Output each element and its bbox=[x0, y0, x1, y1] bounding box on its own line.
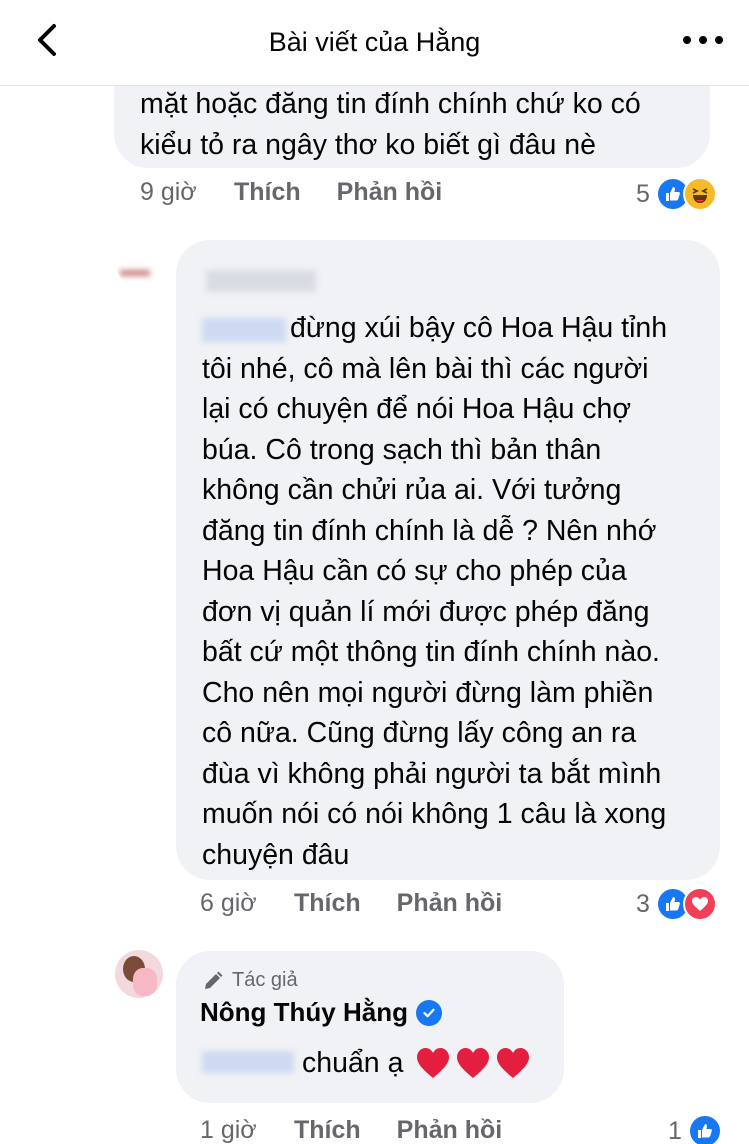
comment-time: 1 giờ bbox=[200, 1116, 257, 1144]
comment-bubble: đừng xúi bậy cô Hoa Hậu tỉnh tôi nhé, cô… bbox=[176, 240, 720, 880]
reply-button[interactable]: Phản hồi bbox=[397, 1116, 503, 1144]
comment-line: đừng xúi bậy cô Hoa Hậu tỉnh bbox=[290, 312, 668, 344]
comment-line: búa. Cô trong sạch thì bản thân bbox=[202, 433, 602, 466]
heart-icon bbox=[497, 1048, 530, 1079]
reaction-summary[interactable]: 5 bbox=[636, 177, 717, 211]
comment-line: Hoa Hậu cần có sự cho phép của bbox=[202, 555, 627, 587]
comment-line: đơn vị quản lí mới được phép đăng bbox=[202, 595, 650, 628]
like-button[interactable]: Thích bbox=[234, 178, 301, 207]
comment-line: không cần chửi rủa ai. Với tưởng bbox=[202, 474, 622, 506]
more-button[interactable] bbox=[683, 26, 723, 54]
heart-icon bbox=[457, 1048, 490, 1079]
comment-line: cô nữa. Cũng đừng lấy công an ra bbox=[202, 717, 637, 749]
heart-icon bbox=[417, 1048, 450, 1079]
more-icon bbox=[683, 36, 691, 44]
avatar[interactable] bbox=[116, 240, 164, 288]
comment-line: chuyện đâu bbox=[202, 838, 350, 871]
comment-line: đăng tin đính chính là dễ ? Nên nhớ bbox=[202, 514, 657, 547]
comment-line: lại có chuyện để nói Hoa Hậu chợ bbox=[202, 393, 632, 425]
reaction-summary[interactable]: 3 bbox=[636, 887, 717, 921]
comment-text: chuẩn ạ bbox=[302, 1047, 404, 1079]
reply-button[interactable]: Phản hồi bbox=[397, 889, 503, 918]
like-button[interactable]: Thích bbox=[294, 889, 361, 918]
like-button[interactable]: Thích bbox=[294, 1116, 361, 1144]
comment-line: bất cứ một thông tin đính chính nào. bbox=[202, 636, 660, 668]
redacted-name bbox=[206, 270, 316, 292]
comment-bubble: Tác giả Nông Thúy Hằng chuẩn ạ bbox=[176, 951, 564, 1103]
comment-time: 6 giờ bbox=[200, 889, 257, 917]
reply-button[interactable]: Phản hồi bbox=[337, 178, 443, 207]
pencil-icon bbox=[205, 971, 223, 989]
haha-icon bbox=[682, 177, 717, 211]
redacted-mention bbox=[202, 1051, 294, 1073]
comment-line: Cho nên mọi người đừng làm phiền bbox=[202, 676, 654, 709]
author-avatar[interactable] bbox=[115, 950, 163, 998]
page-title: Bài viết của Hằng bbox=[268, 27, 481, 57]
comment-actions: 6 giờ Thích Phản hồi bbox=[200, 889, 502, 918]
comment-line: tôi nhé, cô mà lên bài thì các người bbox=[202, 352, 649, 385]
header: Bài viết của Hằng bbox=[0, 0, 749, 86]
comment-line: kiểu tỏ ra ngây thơ ko biết gì đâu nè bbox=[140, 128, 596, 161]
comment-time: 9 giờ bbox=[140, 178, 197, 206]
comment-actions: 1 giờ Thích Phản hồi bbox=[200, 1116, 502, 1144]
back-button[interactable] bbox=[30, 22, 66, 58]
comment-actions: 9 giờ Thích Phản hồi bbox=[140, 178, 442, 207]
comment-line: muốn nói có nói không 1 câu là xong bbox=[202, 798, 667, 830]
reaction-count: 5 bbox=[636, 179, 650, 208]
author-name[interactable]: Nông Thúy Hằng bbox=[200, 997, 408, 1028]
author-badge: Tác giả bbox=[232, 969, 298, 991]
reaction-count: 3 bbox=[636, 889, 650, 918]
reaction-summary[interactable]: 1 bbox=[668, 1114, 722, 1144]
love-icon bbox=[682, 887, 717, 921]
like-icon bbox=[687, 1114, 722, 1144]
chevron-left-icon bbox=[38, 24, 56, 56]
comment-line: đùa vì không phải người ta bắt mình bbox=[202, 757, 662, 790]
comment-line: mặt hoặc đăng tin đính chính chứ ko có bbox=[140, 88, 641, 120]
verified-icon bbox=[415, 999, 442, 1026]
reaction-count: 1 bbox=[668, 1116, 682, 1144]
